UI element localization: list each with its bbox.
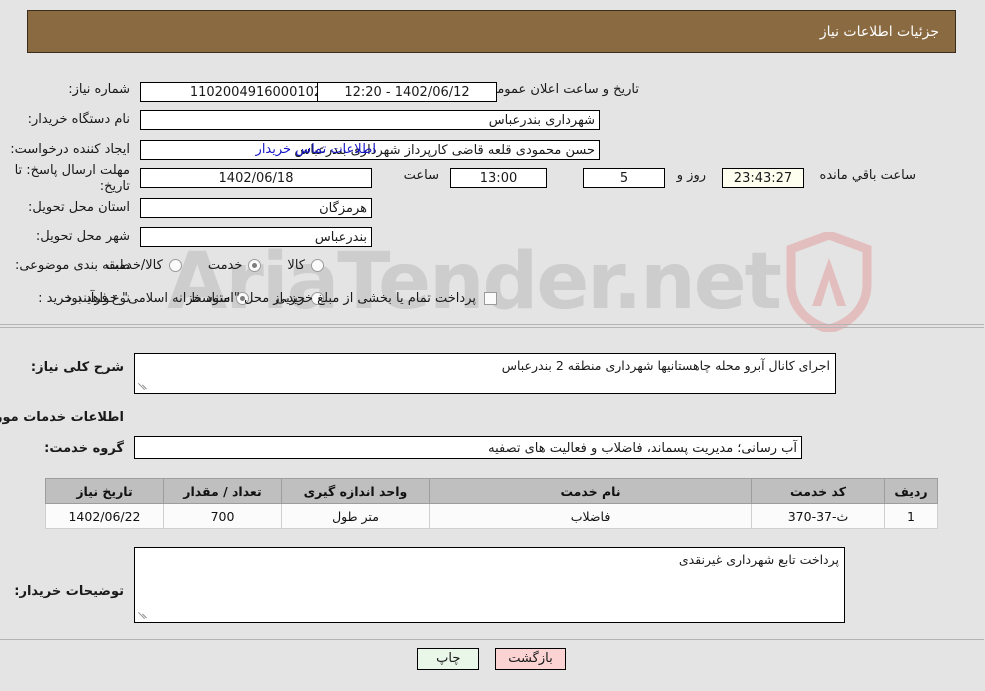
services-section-title: اطلاعات خدمات مورد نیاز <box>0 410 125 425</box>
need-number-label: شماره نیاز: <box>69 82 131 97</box>
print-button[interactable]: چاپ <box>418 648 481 670</box>
remaining-time-label-row: ساعت باقي مانده <box>821 168 917 183</box>
province-label: استان محل تحویل: <box>29 200 131 215</box>
requester-label-row: ایجاد کننده درخواست: <box>11 142 131 157</box>
buyer-contact-link[interactable]: اطلاعات تماس خریدار <box>257 142 377 157</box>
cell-unit: متر طول <box>282 503 431 529</box>
divider-top-panel <box>0 324 985 325</box>
deadline-hour-label-row: ساعت <box>405 168 440 183</box>
city-label: شهر محل تحویل: <box>36 229 131 244</box>
divider-top-panel-2 <box>0 327 985 328</box>
general-desc-label: شرح کلی نیاز: <box>31 360 125 375</box>
treasury-checkbox-icon[interactable] <box>485 292 498 305</box>
city-value: بندرعباس <box>141 227 373 247</box>
back-button[interactable]: بازگشت <box>496 648 567 670</box>
treasury-checkbox-row[interactable]: پرداخت تمام یا بخشی از مبلغ خرید،از محل … <box>62 291 498 306</box>
announce-datetime-value: 12:20 - 1402/06/12 <box>318 82 498 102</box>
th-code: کد خدمت <box>752 478 886 504</box>
buyer-org-label: نام دستگاه خریدار: <box>28 112 131 127</box>
city-label-row: شهر محل تحویل: <box>37 229 131 244</box>
buyer-notes-textarea[interactable]: پرداخت تابع شهرداری غیرنقدی <box>135 547 846 623</box>
deadline-label-row: مهلت ارسال پاسخ: تا تاریخ: <box>11 163 131 196</box>
category-option-kala-khedmat-label: کالا/خدمت <box>107 258 164 273</box>
remaining-time-value: 23:43:27 <box>723 168 805 188</box>
radio-kala-khedmat-icon[interactable] <box>169 259 183 272</box>
buyer-notes-value: پرداخت تابع شهرداری غیرنقدی <box>679 552 840 567</box>
remaining-days-label: روز و <box>677 168 707 183</box>
deadline-hour-value: 13:00 <box>451 168 548 188</box>
cell-code: ث-37-370 <box>752 503 886 529</box>
resize-grip-icon[interactable] <box>138 381 149 392</box>
resize-grip-icon-2[interactable] <box>138 610 149 621</box>
buyer-contact-link-row[interactable]: اطلاعات تماس خریدار <box>257 142 377 157</box>
requester-label: ایجاد کننده درخواست: <box>11 142 131 157</box>
announce-datetime-label: تاریخ و ساعت اعلان عمومی: <box>483 82 640 97</box>
buyer-org-value: شهرداری بندرعباس <box>141 110 601 130</box>
category-option-kala[interactable]: کالا <box>288 258 325 273</box>
remaining-days-label-row: روز و <box>678 168 707 183</box>
cell-date: 1402/06/22 <box>46 503 165 529</box>
buyer-notes-label: توضیحات خریدار: <box>15 584 125 599</box>
category-options: کالا خدمت کالا/خدمت <box>107 258 325 273</box>
button-bar: بازگشت چاپ <box>0 648 985 670</box>
th-name: نام خدمت <box>430 478 753 504</box>
cell-quantity: 700 <box>164 503 283 529</box>
cell-name: فاضلاب <box>430 503 753 529</box>
province-value: هرمزگان <box>141 198 373 218</box>
category-option-khedmat[interactable]: خدمت <box>209 258 263 273</box>
divider-bottom <box>0 639 985 640</box>
remaining-days-value: 5 <box>584 168 666 188</box>
services-table: ردیف کد خدمت نام خدمت واحد اندازه گیری ت… <box>46 478 939 529</box>
need-number-label-row: شماره نیاز: <box>69 82 131 97</box>
deadline-label: مهلت ارسال پاسخ: تا تاریخ: <box>15 163 131 195</box>
category-option-kala-khedmat[interactable]: کالا/خدمت <box>107 258 183 273</box>
deadline-hour-label: ساعت <box>404 168 440 183</box>
buyer-org-label-row: نام دستگاه خریدار: <box>29 112 131 127</box>
table-row: 1 ث-37-370 فاضلاب متر طول 700 1402/06/22 <box>46 503 939 529</box>
category-option-kala-label: کالا <box>288 258 306 273</box>
general-desc-textarea[interactable]: اجرای کانال آبرو محله چاهستانیها شهرداری… <box>135 353 837 394</box>
service-group-label: گروه خدمت: <box>45 441 125 456</box>
th-quantity: تعداد / مقدار <box>164 478 283 504</box>
page-title: جزئیات اطلاعات نیاز <box>820 23 940 40</box>
province-label-row: استان محل تحویل: <box>29 200 131 215</box>
page-header: جزئیات اطلاعات نیاز <box>28 10 957 53</box>
cell-index: 1 <box>885 503 939 529</box>
radio-kala-icon[interactable] <box>312 259 325 272</box>
table-header-row: ردیف کد خدمت نام خدمت واحد اندازه گیری ت… <box>46 478 939 504</box>
category-option-khedmat-label: خدمت <box>208 258 244 273</box>
deadline-date-value: 1402/06/18 <box>141 168 373 188</box>
radio-khedmat-icon[interactable] <box>249 259 263 272</box>
remaining-time-label: ساعت باقي مانده <box>820 168 917 183</box>
service-group-value: آب رسانی؛ مدیریت پسماند، فاضلاب و فعالیت… <box>135 436 803 459</box>
shield-logo-icon <box>787 232 873 332</box>
general-desc-value: اجرای کانال آبرو محله چاهستانیها شهرداری… <box>502 358 831 373</box>
th-unit: واحد اندازه گیری <box>282 478 431 504</box>
treasury-checkbox-label: پرداخت تمام یا بخشی از مبلغ خرید،از محل … <box>62 291 477 306</box>
th-date: تاریخ نیاز <box>46 478 165 504</box>
announce-datetime-label-row: تاریخ و ساعت اعلان عمومی: <box>483 82 640 97</box>
th-index: ردیف <box>885 478 939 504</box>
watermark-text: AriaTender.net <box>168 237 783 327</box>
